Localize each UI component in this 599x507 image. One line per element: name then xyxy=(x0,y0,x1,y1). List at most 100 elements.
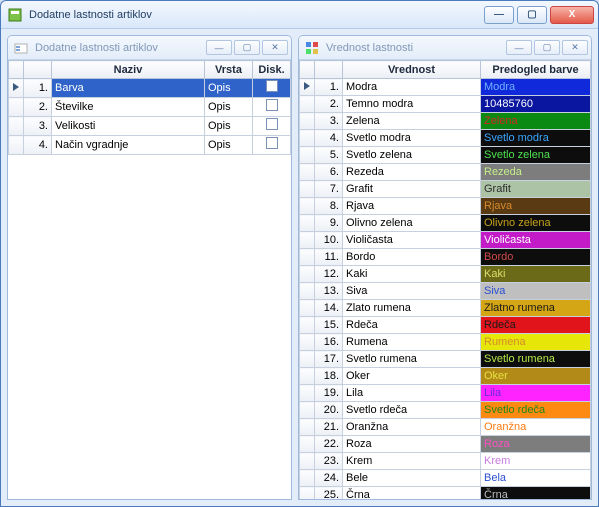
table-row[interactable]: 2.Temno modra10485760 xyxy=(300,96,591,113)
cell-color-preview[interactable]: Grafit xyxy=(481,181,591,198)
cell-disc[interactable] xyxy=(253,136,291,155)
table-row[interactable]: 1.BarvaOpis xyxy=(9,79,291,98)
checkbox[interactable] xyxy=(266,99,278,111)
cell-value[interactable]: Modra xyxy=(343,79,481,96)
cell-value[interactable]: Kaki xyxy=(343,266,481,283)
cell-value[interactable]: Krem xyxy=(343,453,481,470)
table-row[interactable]: 25.ČrnaČrna xyxy=(300,487,591,500)
table-row[interactable]: 13.SivaSiva xyxy=(300,283,591,300)
table-row[interactable]: 8.RjavaRjava xyxy=(300,198,591,215)
table-row[interactable]: 18.OkerOker xyxy=(300,368,591,385)
properties-grid[interactable]: Naziv Vrsta Disk. 1.BarvaOpis2.ŠtevilkeO… xyxy=(8,60,291,155)
cell-disc[interactable] xyxy=(253,98,291,117)
cell-color-preview[interactable]: Zelena xyxy=(481,113,591,130)
table-row[interactable]: 3.ZelenaZelena xyxy=(300,113,591,130)
cell-color-preview[interactable]: Zlatno rumena xyxy=(481,300,591,317)
cell-type[interactable]: Opis xyxy=(205,98,253,117)
cell-value[interactable]: Svetlo zelena xyxy=(343,147,481,164)
cell-value[interactable]: Roza xyxy=(343,436,481,453)
checkbox[interactable] xyxy=(266,118,278,130)
table-row[interactable]: 19.LilaLila xyxy=(300,385,591,402)
cell-value[interactable]: Zelena xyxy=(343,113,481,130)
table-row[interactable]: 16.RumenaRumena xyxy=(300,334,591,351)
cell-value[interactable]: Bele xyxy=(343,470,481,487)
cell-color-preview[interactable]: Lila xyxy=(481,385,591,402)
table-row[interactable]: 17.Svetlo rumenaSvetlo rumena xyxy=(300,351,591,368)
cell-color-preview[interactable]: Violičasta xyxy=(481,232,591,249)
cell-value[interactable]: Svetlo rdeča xyxy=(343,402,481,419)
table-row[interactable]: 4.Svetlo modraSvetlo modra xyxy=(300,130,591,147)
cell-value[interactable]: Rdeča xyxy=(343,317,481,334)
cell-value[interactable]: Črna xyxy=(343,487,481,500)
maximize-button[interactable]: ▢ xyxy=(517,6,547,24)
cell-value[interactable]: Svetlo modra xyxy=(343,130,481,147)
col-name-header[interactable]: Naziv xyxy=(52,61,205,79)
table-row[interactable]: 11.BordoBordo xyxy=(300,249,591,266)
table-row[interactable]: 4.Način vgradnjeOpis xyxy=(9,136,291,155)
table-row[interactable]: 3.VelikostiOpis xyxy=(9,117,291,136)
table-row[interactable]: 24.BeleBela xyxy=(300,470,591,487)
cell-color-preview[interactable]: Krem xyxy=(481,453,591,470)
cell-color-preview[interactable]: 10485760 xyxy=(481,96,591,113)
cell-color-preview[interactable]: Olivno zelena xyxy=(481,215,591,232)
cell-color-preview[interactable]: Rezeda xyxy=(481,164,591,181)
table-row[interactable]: 9.Olivno zelenaOlivno zelena xyxy=(300,215,591,232)
table-row[interactable]: 5.Svetlo zelenaSvetlo zelena xyxy=(300,147,591,164)
cell-value[interactable]: Violičasta xyxy=(343,232,481,249)
cell-color-preview[interactable]: Oranžna xyxy=(481,419,591,436)
cell-color-preview[interactable]: Svetlo zelena xyxy=(481,147,591,164)
cell-color-preview[interactable]: Svetlo rdeča xyxy=(481,402,591,419)
cell-value[interactable]: Oranžna xyxy=(343,419,481,436)
minimize-button[interactable]: — xyxy=(484,6,514,24)
cell-type[interactable]: Opis xyxy=(205,117,253,136)
cell-value[interactable]: Temno modra xyxy=(343,96,481,113)
cell-disc[interactable] xyxy=(253,117,291,136)
table-row[interactable]: 21.OranžnaOranžna xyxy=(300,419,591,436)
cell-name[interactable]: Velikosti xyxy=(52,117,205,136)
table-row[interactable]: 14.Zlato rumenaZlatno rumena xyxy=(300,300,591,317)
cell-value[interactable]: Bordo xyxy=(343,249,481,266)
table-row[interactable]: 22.RozaRoza xyxy=(300,436,591,453)
cell-color-preview[interactable]: Modra xyxy=(481,79,591,96)
cell-color-preview[interactable]: Kaki xyxy=(481,266,591,283)
cell-name[interactable]: Način vgradnje xyxy=(52,136,205,155)
cell-type[interactable]: Opis xyxy=(205,79,253,98)
cell-value[interactable]: Zlato rumena xyxy=(343,300,481,317)
child-close-button[interactable]: ✕ xyxy=(262,40,288,55)
properties-titlebar[interactable]: Dodatne lastnosti artiklov — ▢ ✕ xyxy=(8,36,291,60)
table-row[interactable]: 7.GrafitGrafit xyxy=(300,181,591,198)
main-titlebar[interactable]: Dodatne lastnosti artiklov — ▢ X xyxy=(1,1,598,29)
table-row[interactable]: 23.KremKrem xyxy=(300,453,591,470)
cell-value[interactable]: Oker xyxy=(343,368,481,385)
cell-color-preview[interactable]: Svetlo rumena xyxy=(481,351,591,368)
table-row[interactable]: 6.RezedaRezeda xyxy=(300,164,591,181)
cell-name[interactable]: Barva xyxy=(52,79,205,98)
checkbox[interactable] xyxy=(266,80,278,92)
child-minimize-button[interactable]: — xyxy=(206,40,232,55)
values-titlebar[interactable]: Vrednost lastnosti — ▢ ✕ xyxy=(299,36,591,60)
table-row[interactable]: 20.Svetlo rdečaSvetlo rdeča xyxy=(300,402,591,419)
table-row[interactable]: 12.KakiKaki xyxy=(300,266,591,283)
cell-value[interactable]: Grafit xyxy=(343,181,481,198)
cell-disc[interactable] xyxy=(253,79,291,98)
table-row[interactable]: 1.ModraModra xyxy=(300,79,591,96)
child-maximize-button[interactable]: ▢ xyxy=(534,40,560,55)
cell-type[interactable]: Opis xyxy=(205,136,253,155)
cell-value[interactable]: Rjava xyxy=(343,198,481,215)
cell-color-preview[interactable]: Bela xyxy=(481,470,591,487)
cell-color-preview[interactable]: Rjava xyxy=(481,198,591,215)
child-minimize-button[interactable]: — xyxy=(506,40,532,55)
table-row[interactable]: 10.VioličastaVioličasta xyxy=(300,232,591,249)
values-grid[interactable]: Vrednost Predogled barve 1.ModraModra2.T… xyxy=(299,60,591,499)
table-row[interactable]: 2.ŠtevilkeOpis xyxy=(9,98,291,117)
child-close-button[interactable]: ✕ xyxy=(562,40,588,55)
cell-color-preview[interactable]: Roza xyxy=(481,436,591,453)
close-button[interactable]: X xyxy=(550,6,594,24)
cell-color-preview[interactable]: Bordo xyxy=(481,249,591,266)
cell-color-preview[interactable]: Črna xyxy=(481,487,591,500)
cell-color-preview[interactable]: Rdeča xyxy=(481,317,591,334)
cell-value[interactable]: Svetlo rumena xyxy=(343,351,481,368)
child-maximize-button[interactable]: ▢ xyxy=(234,40,260,55)
cell-value[interactable]: Olivno zelena xyxy=(343,215,481,232)
col-preview-header[interactable]: Predogled barve xyxy=(481,61,591,79)
